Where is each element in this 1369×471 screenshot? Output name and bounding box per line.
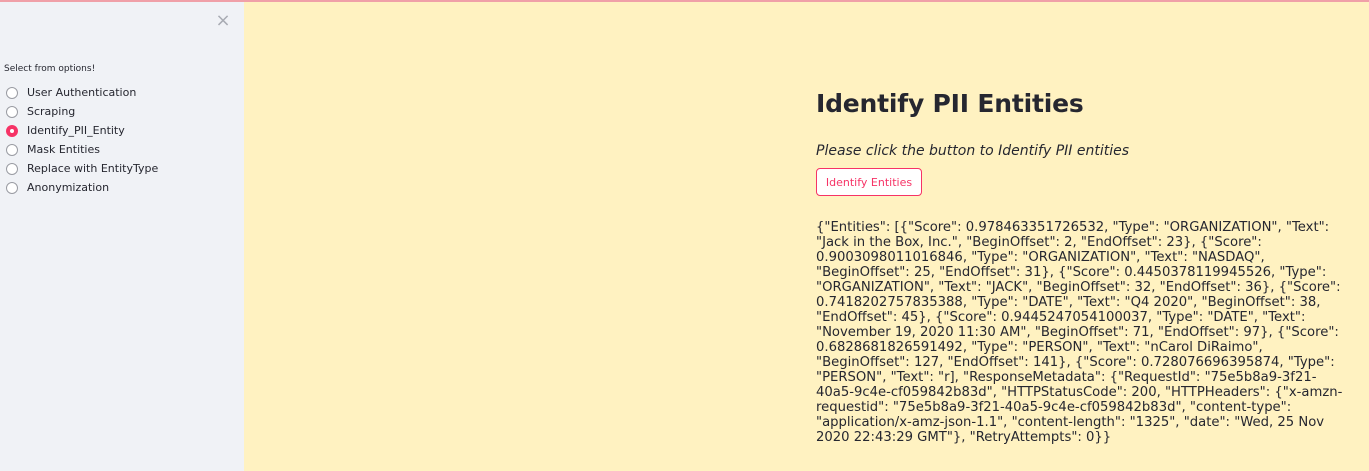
- radio-option-label: Mask Entities: [27, 143, 100, 156]
- top-decoration-bar: [0, 0, 1369, 2]
- options-radio-group: User Authentication Scraping Identify_PI…: [6, 83, 158, 197]
- radio-circle[interactable]: [6, 105, 18, 118]
- identify-entities-button[interactable]: Identify Entities: [816, 168, 922, 196]
- close-icon[interactable]: ×: [214, 11, 232, 31]
- radio-option-user-authentication[interactable]: User Authentication: [6, 83, 158, 102]
- options-label: Select from options!: [4, 64, 96, 74]
- page-title: Identify PII Entities: [816, 89, 1084, 118]
- radio-option-label: Anonymization: [27, 181, 110, 194]
- radio-circle[interactable]: [6, 86, 18, 99]
- instruction-text: Please click the button to Identify PII …: [816, 143, 1130, 159]
- radio-option-label: Replace with EntityType: [27, 162, 159, 175]
- radio-option-label: Scraping: [27, 105, 76, 118]
- entities-json-output: {"Entities": [{"Score": 0.97846335172653…: [816, 220, 1343, 445]
- radio-option-identify-pii-entity[interactable]: Identify_PII_Entity: [6, 121, 158, 140]
- sidebar: × Select from options! User Authenticati…: [0, 0, 244, 471]
- radio-option-anonymization[interactable]: Anonymization: [6, 178, 158, 197]
- radio-option-mask-entities[interactable]: Mask Entities: [6, 140, 158, 159]
- radio-option-label: User Authentication: [27, 86, 137, 99]
- radio-circle[interactable]: [6, 181, 18, 194]
- radio-option-label: Identify_PII_Entity: [27, 124, 125, 137]
- radio-option-replace-with-entitytype[interactable]: Replace with EntityType: [6, 159, 158, 178]
- radio-circle[interactable]: [6, 162, 18, 175]
- radio-circle[interactable]: [6, 143, 18, 156]
- radio-option-scraping[interactable]: Scraping: [6, 102, 158, 121]
- radio-circle-selected[interactable]: [6, 124, 18, 137]
